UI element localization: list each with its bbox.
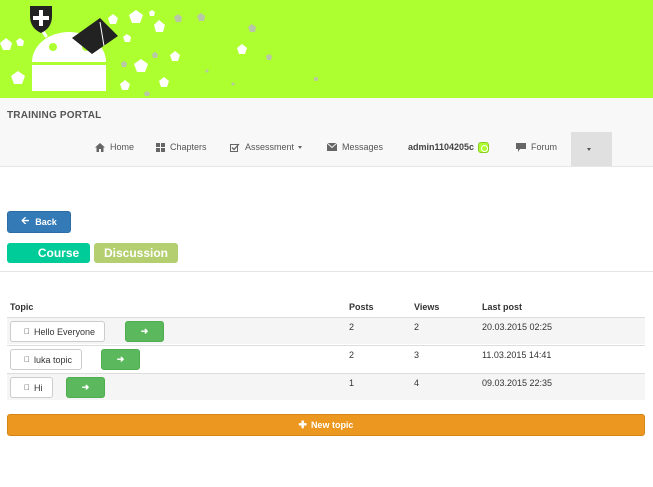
arrow-right-icon: ➜ bbox=[116, 354, 125, 364]
checkbox-icon bbox=[230, 143, 240, 152]
views-count: 4 bbox=[414, 378, 420, 388]
table-row:  Hi ➜ 1 4 09.03.2015 22:35 bbox=[7, 373, 645, 400]
column-header-views: Views bbox=[414, 302, 440, 312]
column-header-topic: Topic bbox=[10, 302, 34, 312]
nav-home[interactable]: Home bbox=[95, 136, 134, 158]
comment-icon bbox=[516, 142, 526, 152]
nav-assessment[interactable]: Assessment bbox=[230, 136, 303, 158]
new-topic-button[interactable]: ✚ New topic bbox=[7, 414, 645, 436]
column-header-posts: Posts bbox=[349, 302, 374, 312]
open-topic-button[interactable]: ➜ bbox=[101, 349, 140, 370]
arrow-right-icon: ➜ bbox=[81, 382, 90, 392]
tab-discussion[interactable]: Discussion bbox=[94, 243, 178, 263]
home-icon bbox=[95, 142, 105, 152]
nav-messages[interactable]: Messages bbox=[327, 136, 383, 158]
topic-button[interactable]:  Hello Everyone bbox=[10, 321, 106, 342]
last-post-date: 09.03.2015 22:35 bbox=[482, 378, 553, 388]
apple-icon:  bbox=[24, 355, 30, 364]
nav-forum[interactable]: Forum bbox=[516, 136, 557, 158]
nav-chapters-label: Chapters bbox=[170, 142, 207, 152]
chevron-down-icon bbox=[587, 148, 591, 151]
top-navbar: TRAINING PORTAL Home Chapters Assessment… bbox=[0, 98, 653, 167]
arrow-left-icon: 🡨 bbox=[21, 215, 30, 227]
nav-chapters[interactable]: Chapters bbox=[156, 136, 207, 158]
last-post-date: 11.03.2015 14:41 bbox=[482, 350, 552, 360]
tab-course-label: Course bbox=[37, 246, 80, 260]
nav-forum-label: Forum bbox=[531, 142, 558, 152]
user-avatar-icon bbox=[478, 141, 490, 153]
table-row:  Hello Everyone ➜ 2 2 20.03.2015 02:25 bbox=[7, 317, 645, 344]
column-header-last-post: Last post bbox=[482, 302, 523, 312]
chevron-down-icon bbox=[298, 145, 303, 149]
plus-icon: ✚ bbox=[298, 419, 307, 431]
back-button-label: Back bbox=[35, 217, 57, 227]
android-graduate-logo bbox=[0, 6, 318, 96]
nav-home-label: Home bbox=[110, 142, 135, 152]
views-count: 3 bbox=[414, 350, 420, 360]
back-button[interactable]: 🡨 Back bbox=[7, 211, 71, 233]
tab-course[interactable]: Course bbox=[7, 243, 90, 263]
views-count: 2 bbox=[414, 322, 420, 332]
arrow-right-icon: ➜ bbox=[140, 326, 149, 336]
table-row:  luka topic ➜ 2 3 11.03.2015 14:41 bbox=[7, 345, 645, 372]
topic-title: Hello Everyone bbox=[28, 326, 95, 337]
section-divider bbox=[0, 271, 653, 272]
posts-count: 2 bbox=[349, 322, 355, 332]
topic-title: luka topic bbox=[28, 354, 72, 365]
portal-title[interactable]: TRAINING PORTAL bbox=[7, 110, 101, 121]
posts-count: 2 bbox=[349, 350, 355, 360]
grid-icon bbox=[156, 142, 165, 152]
header-banner bbox=[0, 0, 653, 98]
topic-button[interactable]:  Hi bbox=[10, 377, 53, 398]
apple-icon:  bbox=[24, 383, 30, 392]
open-topic-button[interactable]: ➜ bbox=[66, 377, 105, 398]
new-topic-label: New topic bbox=[310, 420, 354, 430]
envelope-icon bbox=[327, 143, 337, 151]
tab-discussion-label: Discussion bbox=[103, 246, 169, 260]
topic-button[interactable]:  luka topic bbox=[10, 349, 83, 370]
nav-assessment-label: Assessment bbox=[245, 142, 295, 152]
extra-dropdown-toggle[interactable] bbox=[571, 132, 612, 166]
username-label: admin1104205c bbox=[408, 142, 475, 152]
last-post-date: 20.03.2015 02:25 bbox=[482, 322, 553, 332]
posts-count: 1 bbox=[349, 378, 355, 388]
open-topic-button[interactable]: ➜ bbox=[125, 321, 164, 342]
nav-messages-label: Messages bbox=[342, 142, 384, 152]
nav-user[interactable]: admin1104205c bbox=[408, 136, 490, 158]
topic-title: Hi bbox=[28, 382, 43, 393]
apple-icon:  bbox=[24, 327, 30, 336]
